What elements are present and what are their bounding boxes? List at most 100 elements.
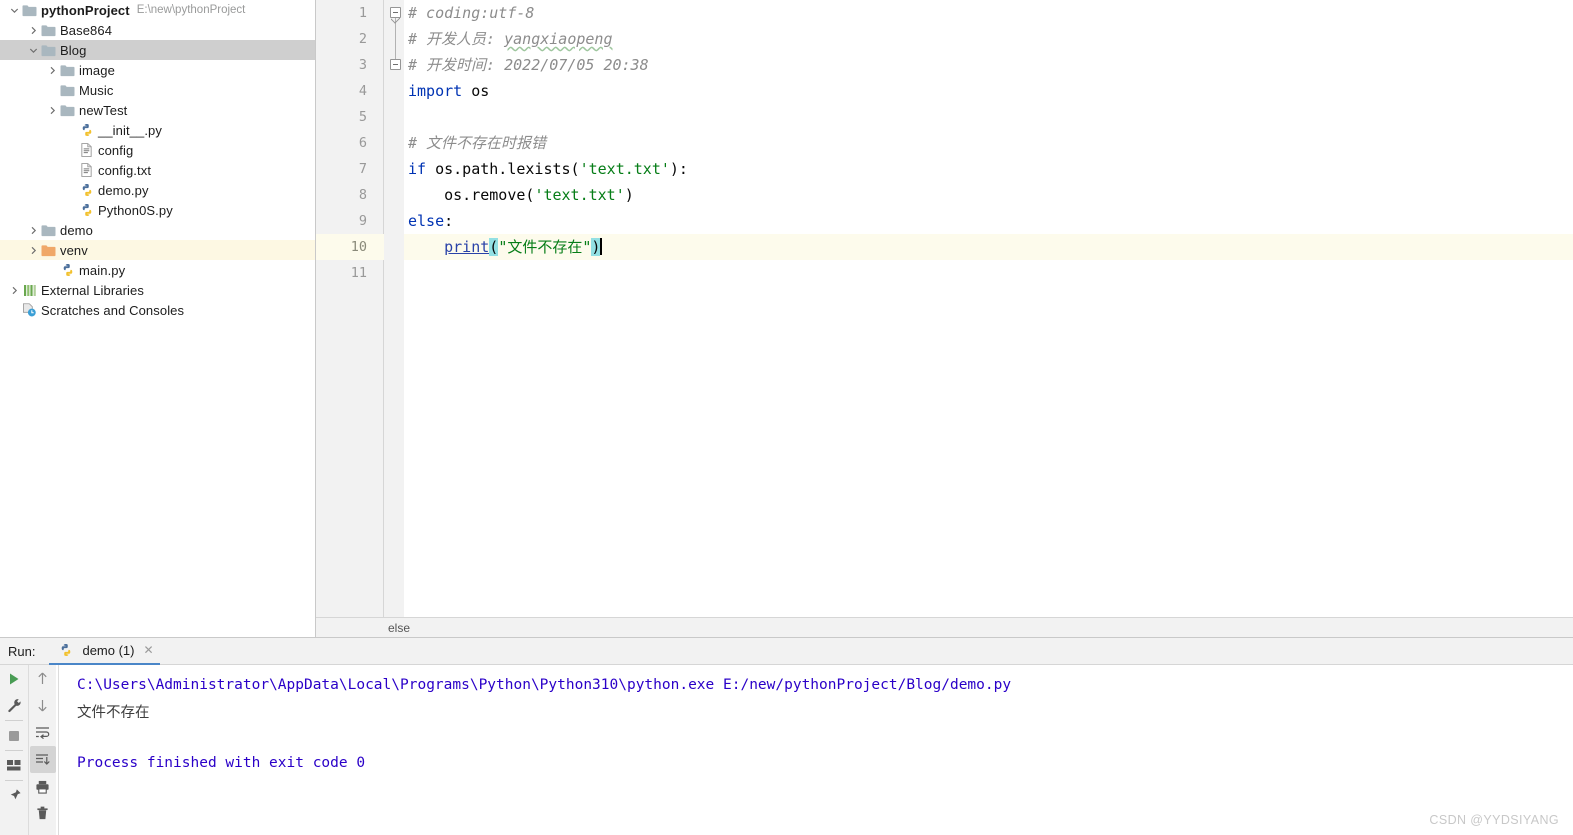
line-number: 6: [358, 135, 367, 151]
fold-collapse-icon[interactable]: [390, 59, 401, 70]
code-line[interactable]: # 文件不存在时报错: [408, 130, 546, 156]
print-button[interactable]: [30, 773, 56, 800]
console-left-toolbar: [0, 665, 28, 835]
layout-button[interactable]: [1, 752, 27, 779]
folder-orange-icon: [40, 242, 57, 258]
tree-item-label: Python0S.py: [98, 202, 173, 218]
scroll-to-end-button[interactable]: [29, 746, 56, 773]
tree-item-image[interactable]: image: [0, 60, 315, 80]
chevron-right-icon[interactable]: [27, 20, 40, 40]
next-occurrence-button[interactable]: [30, 692, 56, 719]
code-token: os.path.lexists(: [426, 160, 580, 178]
chevron-down-icon[interactable]: [8, 0, 21, 20]
line-number: 5: [358, 109, 367, 125]
line-number: 11: [350, 265, 367, 281]
breadcrumb-bar: else: [316, 617, 1573, 637]
chevron-right-icon[interactable]: [27, 220, 40, 240]
chevron-right-icon[interactable]: [46, 60, 59, 80]
tree-item-label: main.py: [79, 262, 126, 278]
line-number: 1: [358, 5, 367, 21]
tree-item-label: demo: [60, 222, 93, 238]
run-label: Run:: [8, 643, 36, 659]
stop-button[interactable]: [1, 722, 27, 749]
code-folding-gutter[interactable]: [384, 0, 404, 617]
folder-gray-icon: [59, 82, 76, 98]
tree-item-config[interactable]: config: [0, 140, 315, 160]
code-token: # 开发时间: 2022/07/05 20:38: [408, 56, 649, 74]
tree-item-blog[interactable]: Blog: [0, 40, 315, 60]
tree-item-music[interactable]: Music: [0, 80, 315, 100]
tree-item-label: Blog: [60, 42, 87, 58]
libraries-icon: [21, 282, 38, 298]
python-file-icon: [78, 182, 95, 198]
code-token: if: [408, 160, 427, 178]
code-text-area[interactable]: # coding:utf-8 # 开发人员: yangxiaopeng # 开发时间…: [404, 0, 1573, 617]
tree-item-venv[interactable]: venv: [0, 240, 315, 260]
console-output-line: Process finished with exit code 0: [77, 755, 366, 771]
text-caret: [600, 238, 602, 255]
code-line[interactable]: else:: [408, 208, 453, 234]
fold-collapse-icon[interactable]: [390, 7, 401, 18]
code-line[interactable]: # 开发时间: 2022/07/05 20:38: [408, 52, 649, 78]
pin-button[interactable]: [1, 782, 27, 809]
folder-gray-icon: [21, 2, 38, 18]
fold-arrow-down-icon: [391, 18, 400, 24]
python-file-icon: [59, 262, 76, 278]
code-token: import: [408, 82, 463, 100]
project-tree-panel: pythonProject E:\new\pythonProject Base864…: [0, 0, 316, 637]
tree-item-init-py[interactable]: __init__.py: [0, 120, 315, 140]
tree-item-label: External Libraries: [41, 282, 144, 298]
code-line[interactable]: import os: [408, 78, 489, 104]
python-file-icon: [78, 202, 95, 218]
tree-item-main-py[interactable]: main.py: [0, 260, 315, 280]
tree-item-label: Scratches and Consoles: [41, 302, 185, 318]
code-token: 'text.txt': [579, 160, 670, 178]
tree-item-newtest[interactable]: newTest: [0, 100, 315, 120]
toolbar-divider: [5, 720, 23, 721]
tree-item-label: demo.py: [98, 182, 149, 198]
line-number: 10: [350, 239, 367, 255]
code-token: ):: [669, 160, 688, 178]
run-tool-header: Run: demo (1) ✕: [0, 638, 1573, 665]
tree-item-scratches-and-consoles[interactable]: Scratches and Consoles: [0, 300, 315, 320]
prev-occurrence-button[interactable]: [30, 665, 56, 692]
tree-item-base864[interactable]: Base864: [0, 20, 315, 40]
run-tab-demo[interactable]: demo (1) ✕: [49, 638, 160, 665]
chevron-down-icon[interactable]: [27, 40, 40, 60]
line-number: 7: [358, 161, 367, 177]
close-icon[interactable]: ✕: [144, 644, 154, 656]
code-line[interactable]: print("文件不存在"): [408, 234, 602, 260]
line-number: 9: [358, 213, 367, 229]
code-token: else: [408, 212, 445, 230]
tree-item-demo[interactable]: demo: [0, 220, 315, 240]
tree-item-external-libraries[interactable]: External Libraries: [0, 280, 315, 300]
folder-gray-icon: [59, 102, 76, 118]
settings-button[interactable]: [1, 692, 27, 719]
chevron-right-icon[interactable]: [8, 280, 21, 300]
code-token: print: [444, 238, 490, 256]
rerun-button[interactable]: [1, 665, 27, 692]
tree-item-config-txt[interactable]: config.txt: [0, 160, 315, 180]
chevron-right-icon[interactable]: [27, 240, 40, 260]
chevron-right-icon[interactable]: [46, 100, 59, 120]
python-file-icon: [57, 642, 74, 658]
tree-item-label: __init__.py: [98, 122, 162, 138]
clear-all-button[interactable]: [30, 800, 56, 827]
code-line[interactable]: if os.path.lexists('text.txt'):: [408, 156, 688, 182]
tree-item-python0s-py[interactable]: Python0S.py: [0, 200, 315, 220]
console-output[interactable]: C:\Users\Administrator\AppData\Local\Pro…: [58, 665, 1573, 835]
code-token: ): [624, 186, 634, 204]
code-line[interactable]: os.remove('text.txt'): [408, 182, 634, 208]
code-line[interactable]: # coding:utf-8: [408, 0, 534, 26]
tree-item-path: E:\new\pythonProject: [136, 4, 246, 16]
soft-wrap-button[interactable]: [30, 719, 56, 746]
code-line[interactable]: # 开发人员: yangxiaopeng: [408, 26, 613, 52]
tree-item-pythonproject[interactable]: pythonProject E:\new\pythonProject: [0, 0, 315, 20]
tree-item-demo-py[interactable]: demo.py: [0, 180, 315, 200]
console-output-line: 文件不存在: [77, 705, 150, 721]
text-file-icon: [78, 162, 95, 178]
line-number-gutter: 1 2 3 4 5 6 7 8 9 10 11: [316, 0, 384, 617]
code-token: ): [591, 238, 601, 256]
breadcrumb-item-else[interactable]: else: [388, 621, 410, 635]
code-token: os.remove(: [408, 186, 535, 204]
